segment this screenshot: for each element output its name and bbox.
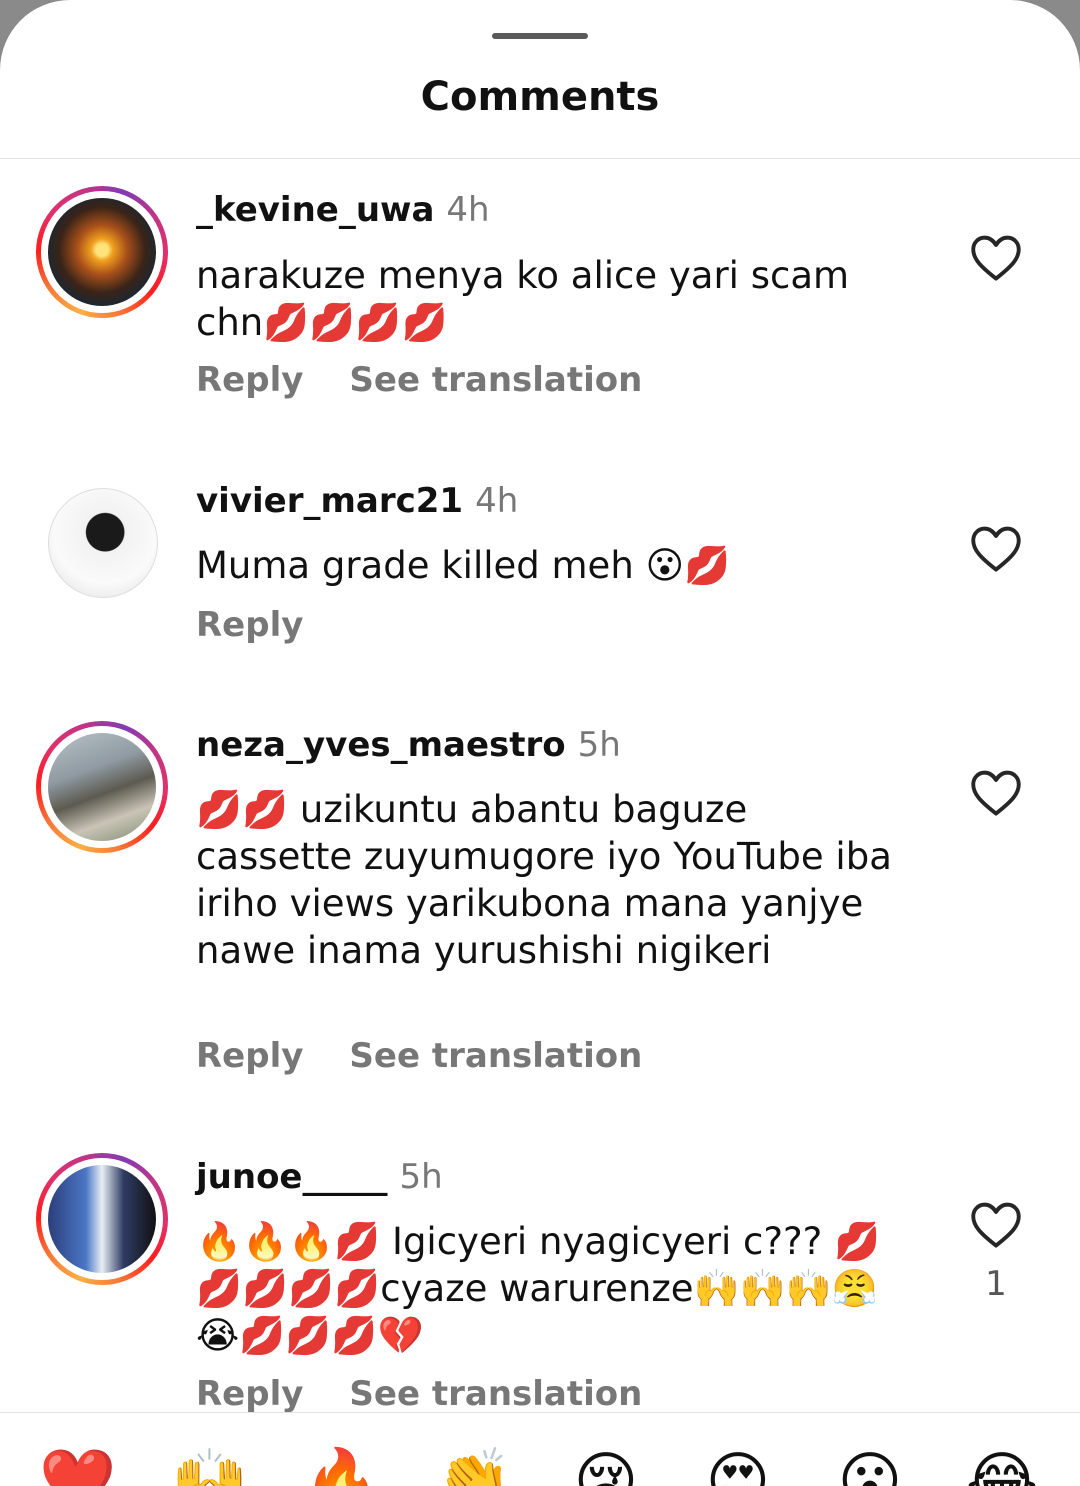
reaction-laughing[interactable]: 😂 bbox=[962, 1441, 1042, 1486]
comment-time: 5h bbox=[399, 1157, 443, 1197]
quick-reactions-bar: ❤️ 🙌 🔥 👏 😢 😍 😮 😂 bbox=[0, 1413, 1080, 1486]
see-translation-button[interactable]: See translation bbox=[349, 360, 642, 400]
reaction-heart-eyes[interactable]: 😍 bbox=[698, 1441, 778, 1486]
heart-outline-icon[interactable] bbox=[970, 525, 1022, 573]
comment-text: 💋💋 uzikuntu abantu baguze cassette zuyum… bbox=[196, 788, 892, 972]
comment-text: Muma grade killed meh 😮💋 bbox=[196, 544, 731, 587]
reaction-heart[interactable]: ❤️ bbox=[38, 1441, 118, 1486]
avatar[interactable] bbox=[48, 488, 158, 598]
like-count: 1 bbox=[985, 1264, 1007, 1304]
reply-button[interactable]: Reply bbox=[196, 1374, 303, 1414]
reaction-raised-hands[interactable]: 🙌 bbox=[170, 1441, 250, 1486]
avatar bbox=[48, 1165, 156, 1273]
avatar-story-ring[interactable] bbox=[36, 721, 168, 853]
heart-outline-icon[interactable] bbox=[970, 769, 1022, 817]
comment-time: 4h bbox=[475, 481, 519, 521]
see-translation-button[interactable]: See translation bbox=[349, 1036, 642, 1076]
heart-outline-icon[interactable] bbox=[970, 234, 1022, 282]
reaction-surprised[interactable]: 😮 bbox=[830, 1441, 910, 1486]
see-translation-button[interactable]: See translation bbox=[349, 1374, 642, 1414]
avatar bbox=[48, 198, 156, 306]
drag-handle[interactable] bbox=[492, 33, 588, 39]
comment-username[interactable]: vivier_marc21 bbox=[196, 481, 463, 521]
comment-username[interactable]: _kevine_uwa bbox=[196, 190, 434, 230]
comment-time: 4h bbox=[446, 190, 490, 230]
reaction-clap[interactable]: 👏 bbox=[434, 1441, 514, 1486]
comment-time: 5h bbox=[577, 725, 621, 765]
avatar-story-ring[interactable] bbox=[36, 186, 168, 318]
avatar bbox=[48, 733, 156, 841]
comment-username[interactable]: neza_yves_maestro bbox=[196, 725, 566, 765]
comment-username[interactable]: junoe_____ bbox=[196, 1157, 387, 1197]
reaction-crying[interactable]: 😢 bbox=[566, 1441, 646, 1486]
reply-button[interactable]: Reply bbox=[196, 360, 303, 400]
sheet-title: Comments bbox=[420, 74, 660, 120]
reaction-fire[interactable]: 🔥 bbox=[302, 1441, 382, 1486]
avatar-story-ring[interactable] bbox=[36, 1153, 168, 1285]
comments-sheet: Comments _kevine_uwa 4h narakuze menya ko… bbox=[0, 0, 1080, 1486]
header-divider bbox=[0, 158, 1080, 159]
reply-button[interactable]: Reply bbox=[196, 1036, 303, 1076]
comment-text: narakuze menya ko alice yari scam chn💋💋💋… bbox=[196, 254, 850, 344]
reply-button[interactable]: Reply bbox=[196, 605, 303, 645]
comment-text: 🔥🔥🔥💋 Igicyeri nyagicyeri c??? 💋💋💋💋💋cyaze… bbox=[196, 1220, 881, 1357]
heart-outline-icon[interactable] bbox=[970, 1201, 1022, 1249]
